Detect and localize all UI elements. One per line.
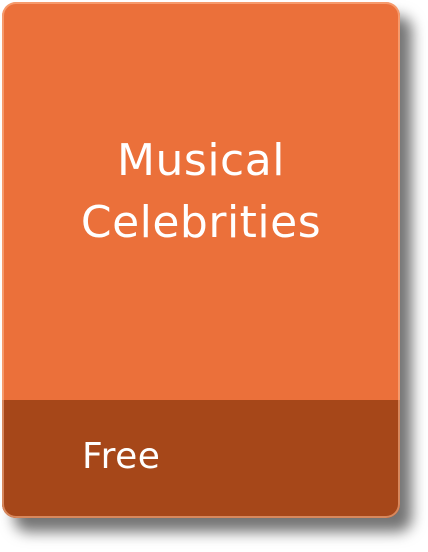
quiz-card[interactable]: Musical Celebrities Free	[2, 2, 400, 518]
price-label: Free	[82, 435, 161, 477]
card-body: Musical Celebrities	[2, 2, 400, 400]
page: Musical Celebrities Free	[0, 0, 428, 552]
card-footer: Free	[2, 400, 400, 518]
card-title: Musical Celebrities	[80, 135, 322, 248]
